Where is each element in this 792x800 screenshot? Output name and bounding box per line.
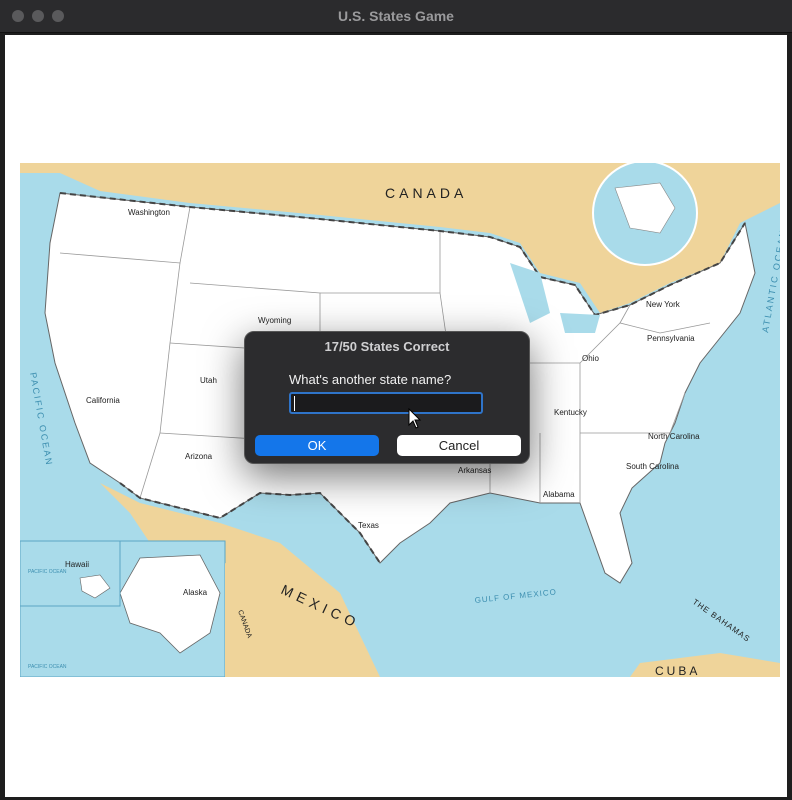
state-label-arkansas: Arkansas — [458, 466, 491, 475]
window-titlebar: U.S. States Game — [0, 0, 792, 33]
label-pacific-small2: PACIFIC OCEAN — [28, 664, 67, 670]
cancel-button[interactable]: Cancel — [397, 435, 521, 456]
state-label-utah: Utah — [200, 376, 217, 385]
state-label-kentucky: Kentucky — [554, 408, 587, 417]
window-title: U.S. States Game — [338, 8, 454, 24]
mouse-cursor-icon — [408, 408, 422, 429]
label-pacific-small1: PACIFIC OCEAN — [28, 569, 67, 575]
state-name-input[interactable] — [289, 392, 483, 414]
state-label-washington: Washington — [128, 208, 170, 217]
state-label-wyoming: Wyoming — [258, 316, 291, 325]
state-label-texas: Texas — [358, 521, 379, 530]
label-canada: CANADA — [385, 185, 467, 201]
guess-dialog: 17/50 States Correct What's another stat… — [244, 331, 530, 464]
state-label-pennsylvania: Pennsylvania — [647, 334, 695, 343]
state-label-alabama: Alabama — [543, 490, 575, 499]
state-label-north-carolina: North Carolina — [648, 432, 700, 441]
state-label-california: California — [86, 396, 120, 405]
state-label-hawaii: Hawaii — [65, 560, 89, 569]
ok-button[interactable]: OK — [255, 435, 379, 456]
text-caret — [294, 396, 295, 411]
dialog-prompt: What's another state name? — [289, 372, 452, 387]
state-label-arizona: Arizona — [185, 452, 213, 461]
state-label-ohio: Ohio — [582, 354, 599, 363]
label-cuba: CUBA — [655, 664, 700, 677]
dialog-title: 17/50 States Correct — [324, 339, 450, 354]
state-label-new-york: New York — [646, 300, 681, 309]
state-label-alaska: Alaska — [183, 588, 208, 597]
state-label-south-carolina: South Carolina — [626, 462, 679, 471]
